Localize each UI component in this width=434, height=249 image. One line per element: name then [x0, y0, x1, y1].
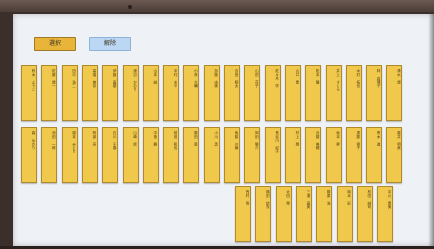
name-tile-label: 伊藤 直樹 [113, 69, 118, 88]
name-tile-label: 藤原 浩 [327, 190, 332, 205]
name-tile-label: 鈴木 ようこ [32, 69, 36, 91]
name-tile[interactable]: 前田 和也 [163, 127, 180, 183]
name-tile[interactable]: 長谷川 紀子 [264, 127, 281, 183]
name-tile[interactable]: 吉田 翔太 [224, 65, 240, 121]
monitor-bezel-top [0, 0, 434, 12]
name-tile-label: 高橋 美奈 [92, 69, 97, 88]
name-tile[interactable]: 中村 あや [163, 65, 180, 121]
name-tile-label: 村上 剛 [295, 131, 300, 146]
name-tile[interactable]: 小川 勇 [203, 127, 220, 183]
name-tile[interactable]: 佐藤 健一 [41, 65, 58, 121]
name-tile-label: 橋本 みどり [72, 131, 77, 153]
name-tile-label: 岡田 陽介 [255, 131, 260, 150]
name-tile[interactable]: 林 真理子 [366, 65, 383, 121]
screen-edge-shadow [428, 14, 434, 246]
name-tile-label: 坂本 昇 [336, 131, 341, 146]
name-tile[interactable]: 坂本 昇 [325, 127, 342, 183]
name-tile-label: 石川 千春 [113, 131, 118, 150]
empty-area [21, 186, 232, 238]
name-tile-label: 山崎 修 [133, 131, 138, 146]
name-tile[interactable]: 山崎 修 [122, 127, 139, 183]
name-tile-label: 三浦 直美 [306, 190, 311, 209]
name-tile[interactable]: 岡田 陽介 [244, 127, 261, 183]
name-tile-label: 山田 花子 [255, 69, 260, 88]
name-tile[interactable]: 中川 恵美 [377, 186, 394, 242]
name-tile-label: 太田 晃 [286, 190, 291, 205]
name-tile[interactable]: 伊藤 直樹 [102, 65, 119, 121]
name-tile[interactable]: 遠藤 優子 [345, 127, 362, 183]
name-tile-label: 佐々木 学 [275, 69, 280, 88]
name-tile-label: 渡辺 かおり [133, 69, 138, 91]
name-tile-label: 岡本 彩 [347, 190, 352, 205]
name-tile[interactable]: 中島 舞 [142, 127, 159, 183]
name-tile[interactable]: 小林 大輔 [183, 65, 200, 121]
name-tile[interactable]: 渡辺 かおり [122, 65, 139, 121]
name-tile[interactable]: 村上 剛 [284, 127, 301, 183]
name-tile-label: 中島 舞 [153, 131, 158, 146]
name-tile[interactable]: 井上 さくら [325, 65, 342, 121]
name-tile[interactable]: 加藤 由美 [203, 65, 220, 121]
name-tile-label: 林 真理子 [377, 69, 382, 88]
name-tile[interactable]: 阿部 亮 [81, 127, 98, 183]
name-tile[interactable]: 松田 誠司 [356, 186, 373, 242]
name-tile[interactable]: 太田 晃 [275, 186, 292, 242]
name-tile[interactable]: 高橋 美奈 [81, 65, 98, 121]
name-tile[interactable]: 藤井 明美 [386, 127, 403, 183]
name-tile[interactable]: 田中 浩二 [61, 65, 78, 121]
name-tile[interactable]: 清水 健 [386, 65, 403, 121]
name-tile-label: 池田 一郎 [52, 131, 57, 150]
name-tile-label: 加藤 由美 [214, 69, 219, 88]
name-tile[interactable]: 木村 拓也 [345, 65, 362, 121]
name-tile-label: 井上 さくら [336, 69, 341, 91]
name-tile-label: 清水 健 [397, 69, 402, 84]
name-tile[interactable]: 石川 千春 [102, 127, 119, 183]
name-tile[interactable]: 三浦 直美 [295, 186, 312, 242]
name-tile-label: 青木 進 [377, 131, 382, 146]
name-tile-label: 福田 結衣 [266, 190, 271, 209]
name-tile[interactable]: 西村 悟 [235, 186, 251, 242]
name-tile-label: 吉田 翔太 [235, 69, 239, 88]
name-tile-label: 藤井 明美 [397, 131, 402, 150]
name-tile-label: 木村 拓也 [356, 69, 361, 88]
kiosk-screen: 選択 解除 鈴木 ようこ 佐藤 健一 田中 浩二 高橋 美奈 伊藤 直樹 渡辺 かおり 山本… [13, 14, 434, 246]
name-tile[interactable]: 鈴木 ようこ [21, 65, 37, 121]
name-tile[interactable]: 近藤 美穂 [305, 127, 322, 183]
name-tile[interactable]: 藤田 葵 [183, 127, 200, 183]
name-tile-label: 後藤 沙織 [235, 131, 239, 150]
name-tile-label: 山口 恵 [295, 69, 300, 84]
name-tile-label: 佐藤 健一 [52, 69, 57, 88]
name-tile-label: 森 ゆかり [32, 131, 36, 150]
name-tile[interactable]: 山口 恵 [284, 65, 301, 121]
name-tile[interactable]: 山田 花子 [244, 65, 261, 121]
name-tile[interactable]: 青木 進 [366, 127, 383, 183]
name-tile[interactable]: 橋本 みどり [61, 127, 78, 183]
name-tile[interactable]: 松本 隆 [305, 65, 322, 121]
name-tile-label: 前田 和也 [174, 131, 179, 150]
name-tile[interactable]: 池田 一郎 [41, 127, 58, 183]
name-tile-label: 西村 悟 [246, 190, 250, 205]
name-tile-label: 長谷川 紀子 [275, 131, 280, 153]
name-tile-label: 近藤 美穂 [316, 131, 321, 150]
name-tile-label: 小林 大輔 [194, 69, 199, 88]
name-tile-label: 山本 誠 [153, 69, 158, 84]
name-tile-label: 田中 浩二 [72, 69, 77, 88]
name-tile[interactable]: 佐々木 学 [264, 65, 281, 121]
name-tile-label: 松田 誠司 [367, 190, 372, 209]
name-tile-label: 阿部 亮 [92, 131, 97, 146]
name-tile-label: 松本 隆 [316, 69, 321, 84]
name-tile[interactable]: 藤原 浩 [316, 186, 333, 242]
name-tile-label: 小川 勇 [214, 131, 219, 146]
name-tile-label: 藤田 葵 [194, 131, 199, 146]
name-tile-label: 中村 あや [174, 69, 179, 88]
name-tile-label: 中川 恵美 [388, 190, 393, 209]
name-tile-label: 遠藤 優子 [356, 131, 361, 150]
name-tile[interactable]: 山本 誠 [142, 65, 159, 121]
name-tile[interactable]: 福田 結衣 [255, 186, 272, 242]
name-tile[interactable]: 森 ゆかり [21, 127, 37, 183]
name-tile[interactable]: 後藤 沙織 [224, 127, 240, 183]
name-tile[interactable]: 岡本 彩 [336, 186, 353, 242]
camera-dot [128, 5, 132, 9]
